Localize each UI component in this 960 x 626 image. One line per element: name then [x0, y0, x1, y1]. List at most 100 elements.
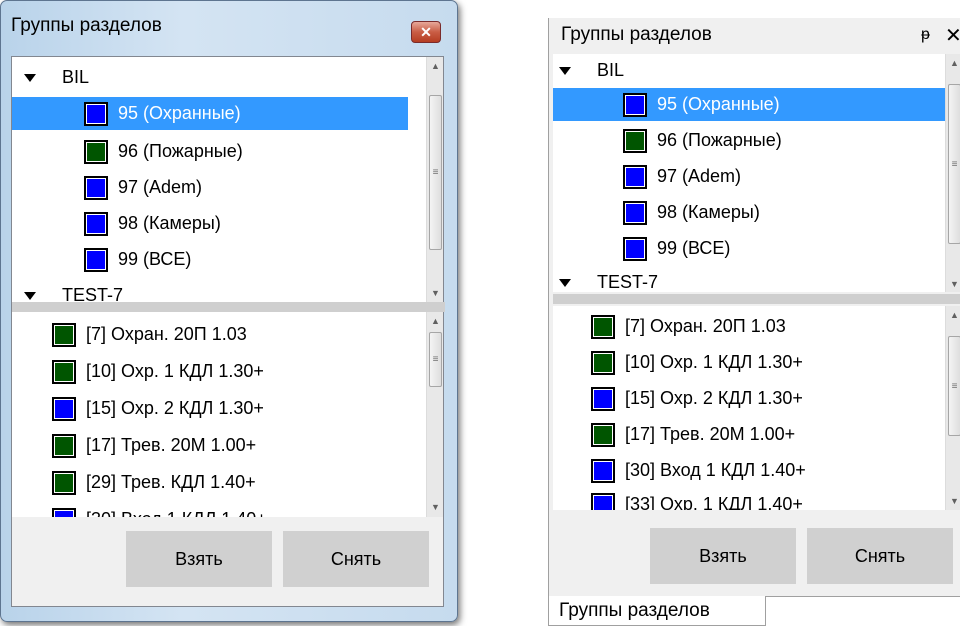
list-item[interactable]: [17] Трев. 20М 1.00+ [591, 418, 795, 451]
list-item[interactable]: [17] Трев. 20М 1.00+ [52, 429, 256, 462]
status-square-icon [84, 139, 108, 164]
tab-groups[interactable]: Группы разделов [548, 596, 766, 626]
list-item[interactable]: [15] Охр. 2 КДЛ 1.30+ [52, 392, 264, 425]
group-row-test7[interactable]: TEST-7 [559, 266, 658, 292]
scroll-down-icon[interactable]: ▼ [427, 284, 444, 301]
tree-item-label: 96 (Пожарные) [657, 130, 782, 150]
list-item-label: [33] Охр. 1 КДЛ 1.40+ [625, 494, 803, 510]
status-square-icon [591, 386, 615, 411]
list-item-label: [17] Трев. 20М 1.00+ [625, 424, 796, 444]
close-button[interactable]: ✕ [411, 21, 441, 43]
status-square-icon [52, 359, 76, 384]
tree-item-label: 95 (Охранные) [657, 94, 780, 114]
status-square-icon [84, 175, 108, 200]
tab-strip [766, 596, 960, 626]
status-square-icon [623, 128, 647, 153]
scroll-thumb[interactable]: ≡ [429, 95, 442, 250]
scroll-up-icon[interactable]: ▲ [946, 54, 960, 71]
status-square-icon [623, 92, 647, 117]
tree-item[interactable]: 97 (Adem) [623, 160, 741, 193]
group-row-bil[interactable]: BIL [559, 54, 624, 87]
list-item[interactable]: [10] Охр. 1 КДЛ 1.30+ [52, 355, 264, 388]
tree-item-selected[interactable]: 95 (Охранные) [553, 88, 945, 121]
list-item-label: [7] Охран. 20П 1.03 [625, 316, 786, 336]
expand-arrow-icon[interactable] [559, 66, 571, 75]
tree-item-label: 98 (Камеры) [118, 213, 221, 233]
scroll-up-icon[interactable]: ▲ [427, 57, 444, 74]
list-item-label: [29] Трев. КДЛ 1.40+ [86, 472, 256, 492]
group-row-bil[interactable]: BIL [24, 61, 89, 94]
close-icon[interactable]: ✕ [945, 23, 960, 48]
tree-item-label: 96 (Пожарные) [118, 141, 243, 161]
window-title: Группы разделов [11, 15, 162, 36]
tree-item-selected[interactable]: 95 (Охранные) [12, 97, 408, 130]
status-square-icon [52, 322, 76, 347]
sections-scrollbar[interactable]: ▲ ≡ ▼ [945, 306, 960, 510]
scroll-thumb[interactable]: ≡ [948, 336, 960, 436]
list-item[interactable]: [29] Трев. КДЛ 1.40+ [52, 466, 256, 499]
tree-item-label: 97 (Adem) [118, 177, 203, 197]
disarm-button[interactable]: Снять [807, 528, 953, 584]
status-square-icon [84, 101, 108, 126]
list-item[interactable]: [33] Охр. 1 КДЛ 1.40+ [591, 488, 803, 510]
pane-splitter[interactable] [553, 294, 960, 304]
sections-list[interactable]: [7] Охран. 20П 1.03 [10] Охр. 1 КДЛ 1.30… [553, 306, 945, 510]
list-item[interactable]: [30] Вход 1 КДЛ 1.40+ [52, 503, 267, 517]
tree-item[interactable]: 99 (ВСЕ) [84, 243, 191, 276]
groups-scrollbar[interactable]: ▲ ≡ ▼ [426, 57, 443, 302]
scroll-up-icon[interactable]: ▲ [946, 306, 960, 323]
list-item-label: [10] Охр. 1 КДЛ 1.30+ [86, 361, 264, 381]
list-item[interactable]: [7] Охран. 20П 1.03 [591, 310, 786, 343]
scroll-thumb[interactable]: ≡ [429, 332, 442, 387]
list-item-label: [30] Вход 1 КДЛ 1.40+ [86, 509, 267, 517]
groups-tree[interactable]: BIL 95 (Охранные) 96 (Пожарные) 97 (Adem… [553, 54, 945, 292]
status-square-icon [623, 164, 647, 189]
list-item[interactable]: [15] Охр. 2 КДЛ 1.30+ [591, 382, 803, 415]
group-label: BIL [597, 60, 625, 80]
scroll-down-icon[interactable]: ▼ [946, 275, 960, 292]
disarm-button[interactable]: Снять [283, 531, 429, 587]
status-square-icon [591, 350, 615, 375]
status-square-icon [591, 422, 615, 447]
status-square-icon [52, 433, 76, 458]
list-item-label: [17] Трев. 20М 1.00+ [86, 435, 257, 455]
status-square-icon [591, 458, 615, 483]
expand-arrow-icon[interactable] [559, 278, 571, 287]
status-square-icon [623, 236, 647, 261]
scroll-up-icon[interactable]: ▲ [427, 312, 444, 329]
sections-scrollbar[interactable]: ▲ ≡ ▼ [426, 312, 443, 517]
scroll-thumb[interactable]: ≡ [948, 84, 960, 244]
list-item-label: [30] Вход 1 КДЛ 1.40+ [625, 460, 806, 480]
tree-item[interactable]: 97 (Adem) [84, 171, 202, 204]
scroll-down-icon[interactable]: ▼ [427, 498, 444, 515]
list-item[interactable]: [10] Охр. 1 КДЛ 1.30+ [591, 346, 803, 379]
floating-window: Группы разделов ✕ BIL 95 (Охранные) 96 (… [0, 0, 458, 622]
scroll-down-icon[interactable]: ▼ [946, 492, 960, 509]
screen: Группы разделов ✕ BIL 95 (Охранные) 96 (… [0, 0, 960, 626]
arm-button[interactable]: Взять [126, 531, 272, 587]
groups-scrollbar[interactable]: ▲ ≡ ▼ [945, 54, 960, 292]
arm-button[interactable]: Взять [650, 528, 796, 584]
expand-arrow-icon[interactable] [24, 291, 36, 300]
window-body: BIL 95 (Охранные) 96 (Пожарные) 97 (Adem… [11, 56, 445, 607]
tree-item[interactable]: 96 (Пожарные) [84, 135, 243, 168]
panel-title: Группы разделов [561, 24, 712, 45]
expand-arrow-icon[interactable] [24, 73, 36, 82]
list-item-label: [15] Охр. 2 КДЛ 1.30+ [86, 398, 264, 418]
close-icon: ✕ [420, 23, 432, 40]
pin-icon[interactable]: ᵽ [921, 26, 930, 44]
list-item[interactable]: [7] Охран. 20П 1.03 [52, 318, 247, 351]
pane-splitter[interactable] [12, 302, 445, 312]
tree-item[interactable]: 98 (Камеры) [84, 207, 221, 240]
tree-item[interactable]: 99 (ВСЕ) [623, 232, 730, 265]
tree-item[interactable]: 96 (Пожарные) [623, 124, 782, 157]
groups-tree[interactable]: BIL 95 (Охранные) 96 (Пожарные) 97 (Adem… [12, 57, 426, 302]
status-square-icon [84, 211, 108, 236]
list-item[interactable]: [30] Вход 1 КДЛ 1.40+ [591, 454, 806, 487]
list-item-label: [7] Охран. 20П 1.03 [86, 324, 247, 344]
tree-item[interactable]: 98 (Камеры) [623, 196, 760, 229]
list-item-label: [10] Охр. 1 КДЛ 1.30+ [625, 352, 803, 372]
group-row-test7[interactable]: TEST-7 [24, 279, 123, 302]
sections-list[interactable]: [7] Охран. 20П 1.03 [10] Охр. 1 КДЛ 1.30… [12, 312, 426, 517]
status-square-icon [52, 470, 76, 495]
